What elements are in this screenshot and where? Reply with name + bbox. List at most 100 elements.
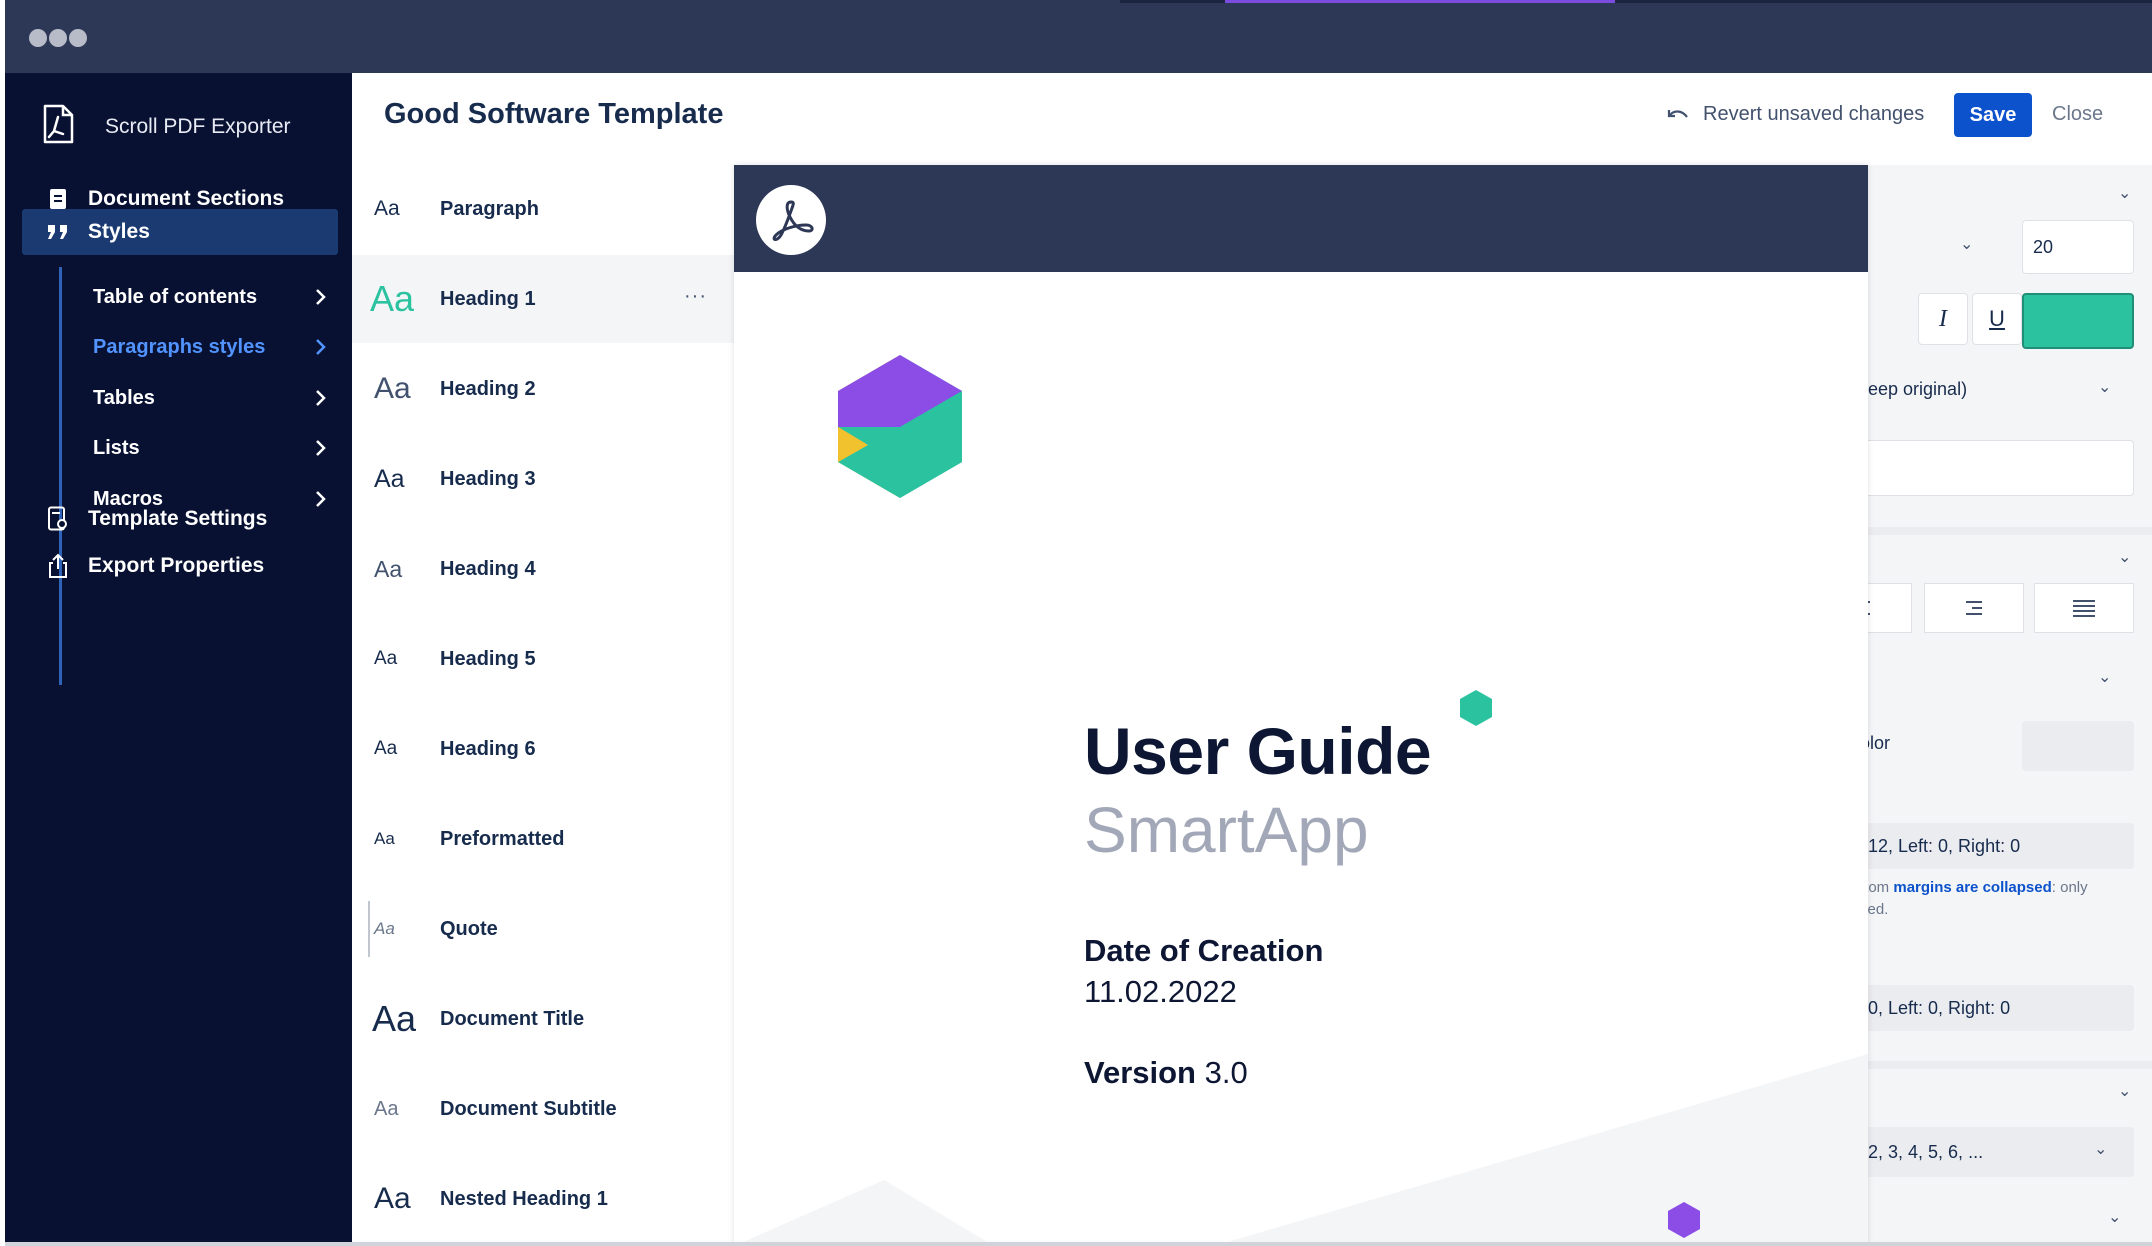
titlebar-progress-accent (1225, 0, 1615, 3)
style-row-heading-6[interactable]: Aa Heading 6 (352, 705, 735, 793)
chevron-down-icon: ⌄ (2098, 379, 2112, 396)
background-triangle (1214, 1054, 1868, 1246)
pdf-logo-icon (756, 185, 826, 255)
style-sample: Aa (372, 998, 417, 1039)
italic-glyph: I (1939, 305, 1947, 332)
chevron-down-icon: ⌄ (2098, 669, 2112, 686)
section-divider (1868, 527, 2152, 535)
version-value: 3.0 (1204, 1055, 1248, 1090)
align-right-button[interactable] (1924, 583, 2024, 633)
text-case-value: eep original) (1868, 378, 1968, 399)
submenu-rail (59, 267, 62, 685)
align-center-button[interactable] (1868, 583, 1912, 633)
style-row-heading-1[interactable]: Aa Heading 1 ··· (352, 255, 735, 343)
note-text: : only (2051, 879, 2088, 896)
text-color-swatch[interactable] (2022, 293, 2134, 349)
window-minimize-dot[interactable] (49, 29, 67, 47)
font-family-select[interactable]: ⌄ (1868, 220, 1978, 272)
numbering-value: 2, 3, 4, 5, 6, ... (1868, 1141, 1984, 1162)
style-row-paragraph[interactable]: Aa Paragraph (352, 165, 735, 253)
style-name: Heading 5 (440, 647, 536, 670)
style-name: Heading 2 (440, 377, 536, 400)
chevron-right-icon (316, 289, 326, 305)
style-row-nested-heading-1[interactable]: Aa Nested Heading 1 (352, 1155, 735, 1243)
nav-label: Export Properties (88, 554, 265, 577)
style-sample: Aa (374, 197, 400, 220)
chevron-down-icon[interactable]: ⌄ (2108, 1207, 2121, 1227)
preview-date-value: 11.02.2022 (1084, 974, 1237, 1009)
text-case-select[interactable]: eep original) ⌄ (1868, 365, 2138, 413)
editor-header: Good Software Template Revert unsaved ch… (352, 73, 2152, 165)
background-triangle-small (734, 1180, 994, 1246)
chevron-down-icon[interactable]: ⌄ (2118, 547, 2131, 567)
more-options-icon[interactable]: ··· (684, 285, 707, 308)
template-settings-icon (44, 506, 72, 532)
style-row-document-title[interactable]: Aa Document Title (352, 975, 735, 1063)
submenu-label: Tables (93, 386, 155, 409)
window-zoom-dot[interactable] (69, 29, 87, 47)
style-name: Paragraph (440, 197, 539, 220)
style-sample: Aa (370, 278, 415, 319)
save-button[interactable]: Save (1954, 93, 2032, 137)
chevron-down-icon[interactable]: ⌄ (2118, 1081, 2131, 1101)
submenu-table-of-contents[interactable]: Table of contents (93, 277, 333, 317)
note-text: ttom (1868, 879, 1890, 896)
app-name: Scroll PDF Exporter (105, 114, 291, 138)
style-row-document-subtitle[interactable]: Aa Document Subtitle (352, 1065, 735, 1153)
undo-icon (1667, 109, 1688, 118)
nav-template-settings[interactable]: Template Settings (22, 496, 338, 542)
style-row-heading-3[interactable]: Aa Heading 3 (352, 435, 735, 523)
nav-label: Document Sections (88, 187, 285, 210)
style-row-heading-5[interactable]: Aa Heading 5 (352, 615, 735, 703)
margins-note-line2: sed. (1868, 901, 1889, 918)
align-justify-button[interactable] (2034, 583, 2134, 633)
style-name: Quote (440, 917, 498, 940)
window-bottom-edge (5, 1242, 2152, 1246)
style-name: Heading 4 (440, 557, 536, 580)
submenu-paragraphs-styles[interactable]: Paragraphs styles (93, 327, 333, 367)
chevron-down-icon[interactable]: ⌄ (2118, 183, 2131, 203)
revert-button[interactable]: Revert unsaved changes (1667, 103, 1924, 126)
preview-date-label: Date of Creation (1084, 933, 1324, 968)
export-icon (44, 553, 72, 579)
margins-value: 12, Left: 0, Right: 0 (1868, 835, 2021, 856)
letter-spacing-input[interactable] (1868, 440, 2134, 496)
style-name: Preformatted (440, 827, 565, 850)
submenu-tables[interactable]: Tables (93, 378, 333, 418)
margins-field[interactable]: 12, Left: 0, Right: 0 (1868, 823, 2134, 869)
nav-export-properties[interactable]: Export Properties (22, 543, 338, 589)
style-sample: Aa (374, 464, 405, 493)
padding-value: 0, Left: 0, Right: 0 (1868, 997, 2011, 1018)
style-row-preformatted[interactable]: Aa Preformatted (352, 795, 735, 883)
line-height-select[interactable]: ⌄ (1868, 655, 2138, 703)
underline-toggle[interactable]: U (1972, 293, 2022, 345)
style-name: Document Title (440, 1007, 585, 1030)
style-row-heading-4[interactable]: Aa Heading 4 (352, 525, 735, 613)
style-settings-panel: ⌄ ⌄ 20 I U eep original) ⌄ ⌄ ⌄ olor 12, … (1868, 165, 2152, 1246)
pdf-preview: User Guide SmartApp Date of Creation 11.… (734, 165, 1868, 1246)
style-name: Document Subtitle (440, 1097, 617, 1120)
chevron-down-icon: ⌄ (1960, 236, 1974, 253)
style-sample: Aa (374, 1097, 399, 1120)
numbering-select[interactable]: 2, 3, 4, 5, 6, ... ⌄ (1868, 1127, 2134, 1177)
preview-header-band (734, 165, 1868, 272)
hexagon-logo-icon (838, 355, 962, 498)
underline-glyph: U (1989, 306, 2005, 331)
note-highlight: margins are collapsed (1893, 879, 2052, 896)
submenu-lists[interactable]: Lists (93, 428, 333, 468)
window-close-dot[interactable] (29, 29, 47, 47)
background-color-label: olor (1868, 733, 1891, 753)
italic-toggle[interactable]: I (1918, 293, 1968, 345)
style-row-quote[interactable]: Aa Quote (352, 885, 735, 973)
background-color-swatch[interactable] (2022, 721, 2134, 771)
version-label: Version (1084, 1055, 1196, 1090)
font-size-input[interactable]: 20 (2022, 220, 2134, 274)
style-name: Nested Heading 1 (440, 1187, 608, 1210)
submenu-label: Lists (93, 436, 140, 459)
nav-styles[interactable]: Styles (22, 209, 338, 255)
style-row-heading-2[interactable]: Aa Heading 2 (352, 345, 735, 433)
style-sample: Aa (374, 1182, 411, 1215)
revert-label: Revert unsaved changes (1703, 103, 1925, 125)
close-button[interactable]: Close (2052, 103, 2103, 126)
padding-field[interactable]: 0, Left: 0, Right: 0 (1868, 985, 2134, 1031)
